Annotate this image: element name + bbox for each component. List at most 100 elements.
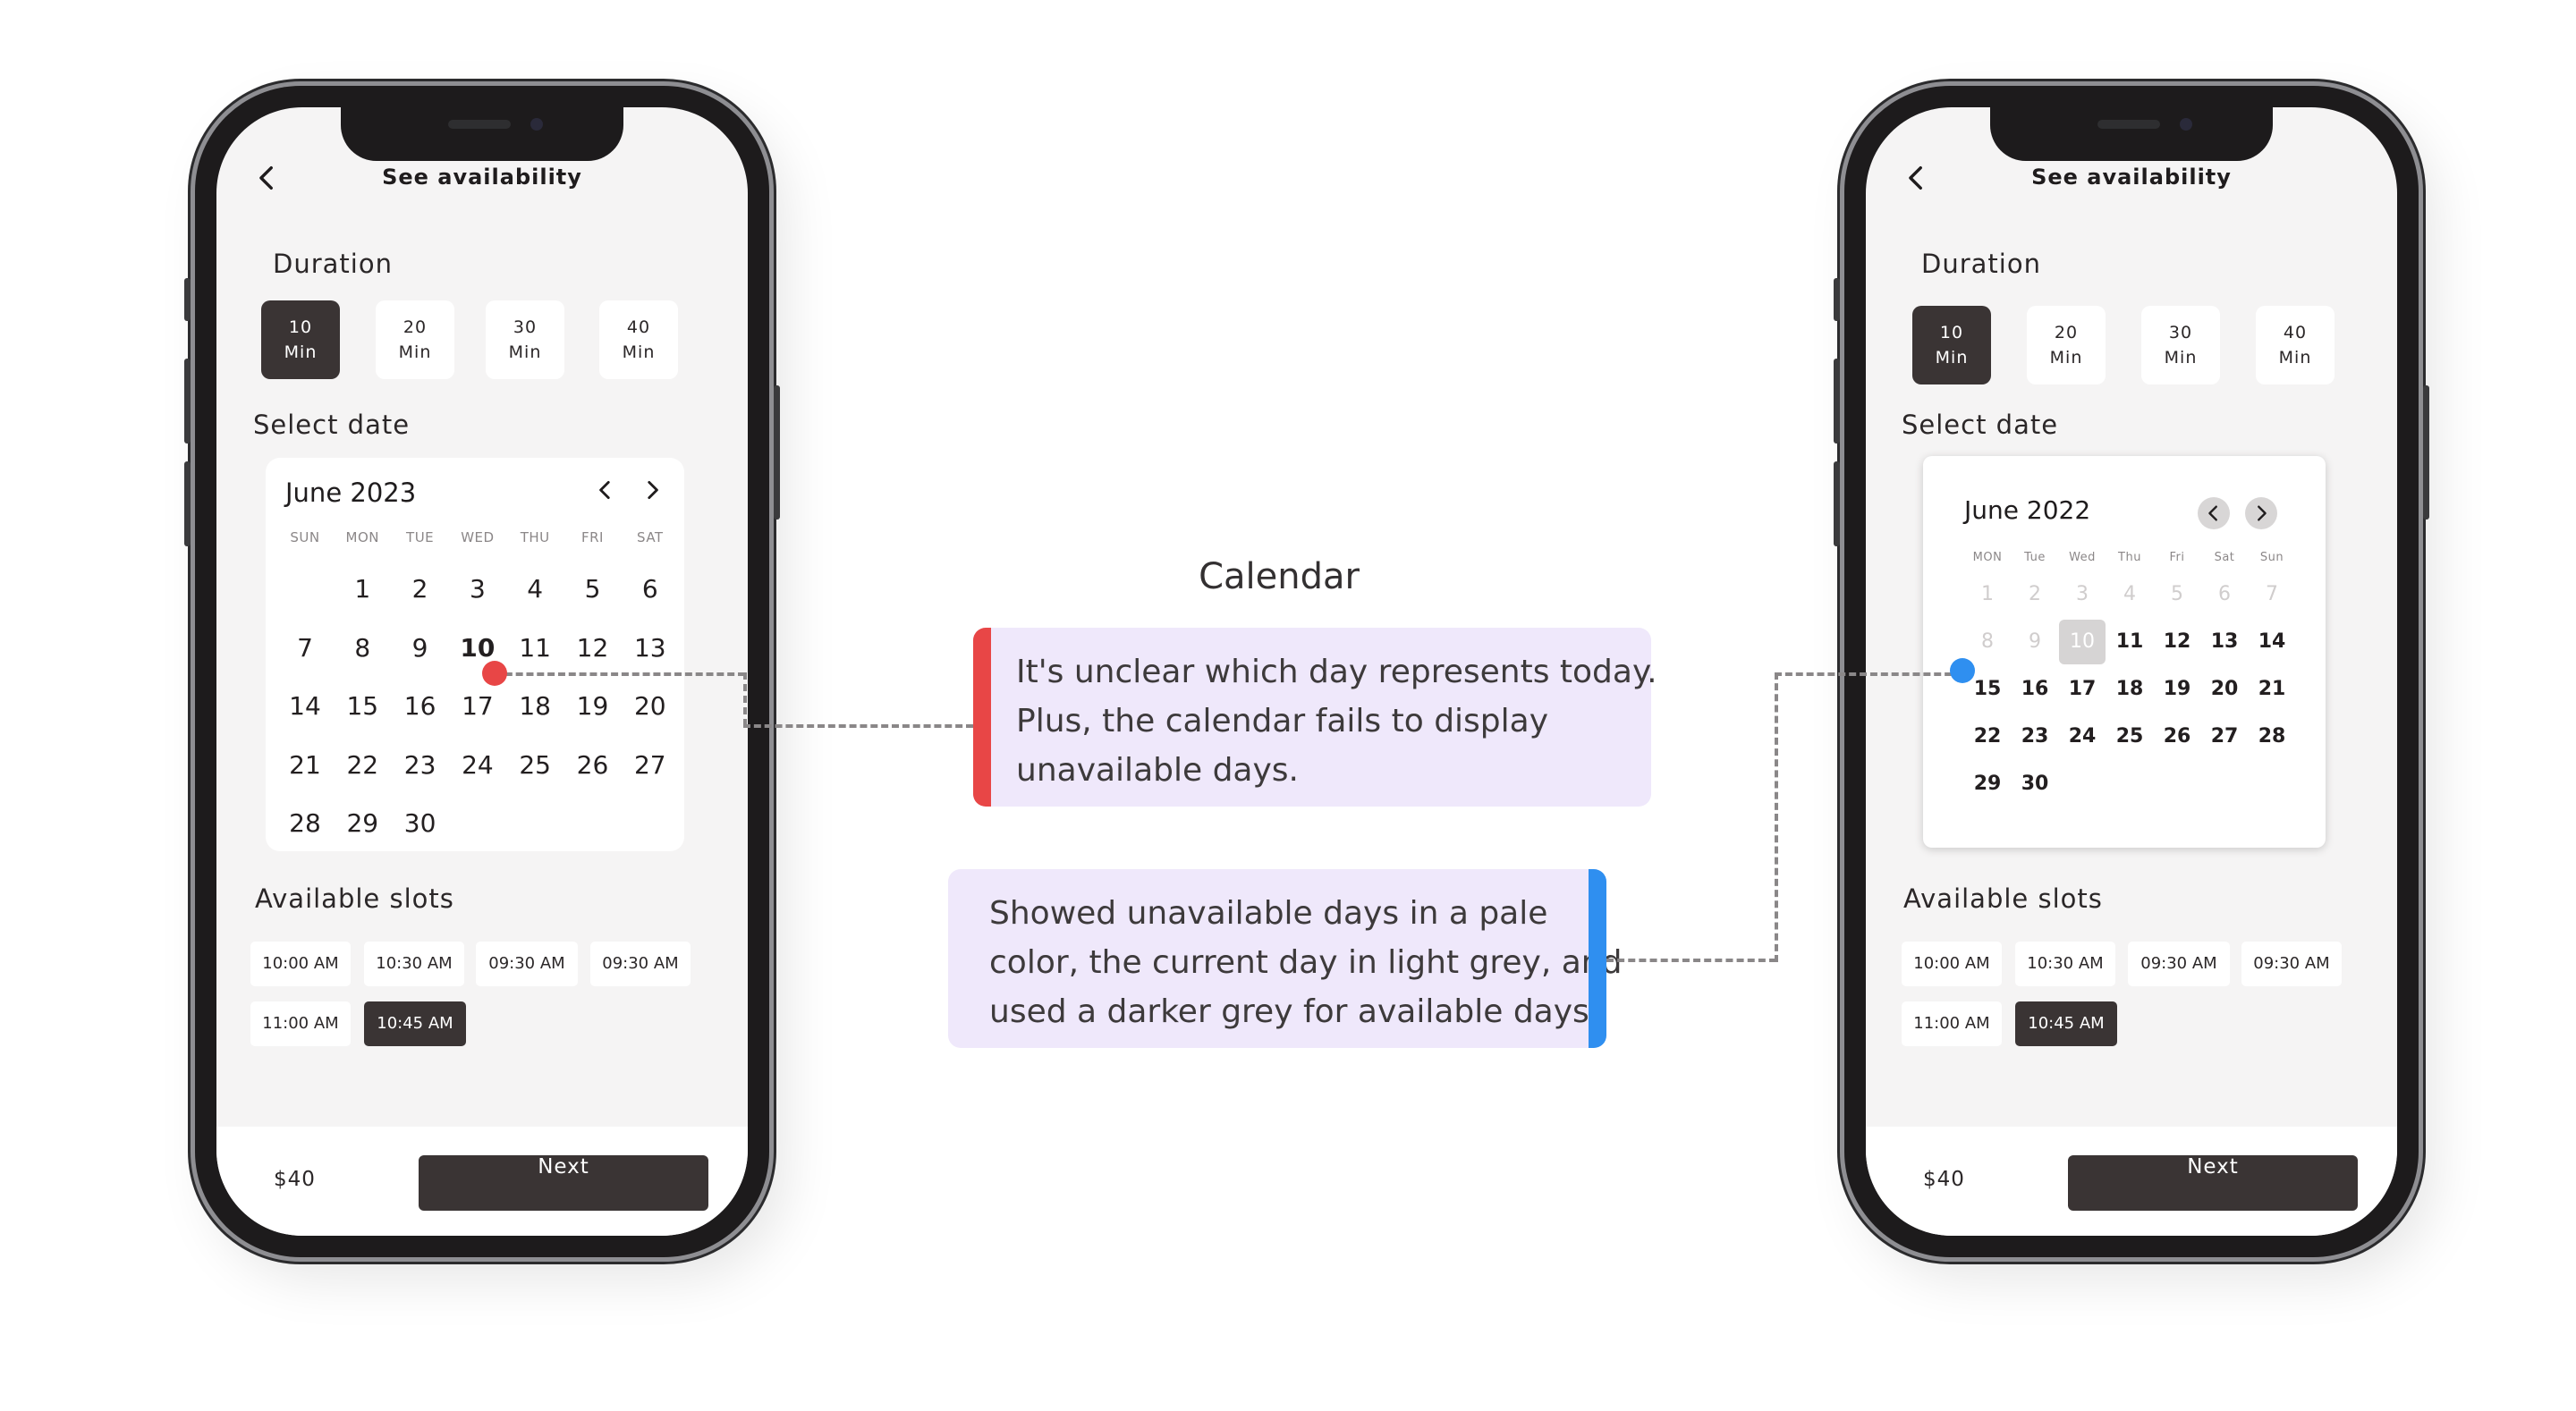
weekday-header: Tue: [2024, 551, 2046, 564]
calendar-day[interactable]: 6: [2201, 572, 2248, 617]
calendar-day[interactable]: 9: [2012, 620, 2058, 664]
duration-option-20[interactable]: 20 Min: [376, 300, 454, 379]
calendar-day[interactable]: 11: [2106, 620, 2153, 664]
calendar-day[interactable]: 20: [625, 691, 675, 736]
calendar-day[interactable]: 27: [2201, 714, 2248, 759]
calendar-day[interactable]: 8: [1964, 620, 2011, 664]
connector-line: [743, 672, 747, 726]
time-slot[interactable]: 10:00 AM: [1902, 942, 2002, 986]
calendar-day[interactable]: 14: [2249, 620, 2295, 664]
price-label: $40: [1923, 1168, 1965, 1191]
solution-line: Showed unavailable days in a pale: [989, 895, 1548, 932]
calendar-day[interactable]: 7: [2249, 572, 2295, 617]
time-slot[interactable]: 09:30 AM: [2241, 942, 2342, 986]
calendar-day[interactable]: 11: [510, 633, 560, 678]
time-slot[interactable]: 09:30 AM: [476, 942, 578, 986]
calendar-day[interactable]: 4: [2106, 572, 2153, 617]
problem-accent-bar: [973, 628, 991, 807]
calendar-day[interactable]: 17: [453, 691, 503, 736]
calendar-day[interactable]: 12: [568, 633, 618, 678]
calendar-day[interactable]: 24: [453, 750, 503, 795]
time-slot-selected[interactable]: 10:45 AM: [364, 1001, 466, 1046]
problem-marker-dot: [482, 661, 507, 686]
problem-line: It's unclear which day represents today.: [1016, 654, 1657, 690]
calendar-day[interactable]: 24: [2059, 714, 2106, 759]
calendar-day[interactable]: 7: [280, 633, 330, 678]
time-slot[interactable]: 09:30 AM: [590, 942, 691, 986]
calendar-day[interactable]: 3: [2059, 572, 2106, 617]
prev-month-chevron-left-icon[interactable]: [2198, 497, 2230, 529]
calendar-day[interactable]: 30: [395, 808, 445, 853]
page-title: See availability: [2031, 165, 2232, 190]
next-button[interactable]: Next: [2068, 1155, 2358, 1211]
phone-side-button: [774, 385, 780, 520]
calendar-day[interactable]: 15: [337, 691, 387, 736]
calendar-day[interactable]: 25: [510, 750, 560, 795]
prev-month-chevron-left-icon[interactable]: [589, 474, 622, 506]
weekday-header: TUE: [406, 529, 435, 545]
calendar-day[interactable]: 17: [2059, 667, 2106, 712]
calendar-day[interactable]: 23: [2012, 714, 2058, 759]
calendar-day[interactable]: 18: [2106, 667, 2153, 712]
calendar-day[interactable]: 29: [1964, 762, 2011, 807]
calendar-day[interactable]: 19: [568, 691, 618, 736]
booking-footer: $40 Next: [1866, 1127, 2397, 1236]
next-button[interactable]: Next: [419, 1155, 708, 1211]
calendar-day[interactable]: 30: [2012, 762, 2058, 807]
duration-option-10[interactable]: 10 Min: [261, 300, 340, 379]
calendar-month-title: June 2022: [1964, 495, 2091, 525]
problem-note: It's unclear which day represents today.…: [973, 628, 1657, 807]
duration-option-30[interactable]: 30 Min: [486, 300, 564, 379]
duration-option-40[interactable]: 40 Min: [2256, 306, 2334, 384]
calendar-day[interactable]: 21: [2249, 667, 2295, 712]
time-slot[interactable]: 10:30 AM: [2015, 942, 2115, 986]
next-month-chevron-right-icon[interactable]: [636, 474, 668, 506]
calendar-day[interactable]: 13: [625, 633, 675, 678]
calendar-day[interactable]: 2: [395, 574, 445, 619]
calendar-day-today[interactable]: 10: [2059, 620, 2106, 664]
calendar-day[interactable]: 23: [395, 750, 445, 795]
calendar-day[interactable]: 8: [337, 633, 387, 678]
calendar-day[interactable]: 6: [625, 574, 675, 619]
time-slot[interactable]: 11:00 AM: [1902, 1001, 2002, 1046]
calendar-day[interactable]: 2: [2012, 572, 2058, 617]
calendar-day[interactable]: 25: [2106, 714, 2153, 759]
calendar-day[interactable]: 26: [568, 750, 618, 795]
calendar-day[interactable]: 28: [2249, 714, 2295, 759]
time-slot[interactable]: 09:30 AM: [2128, 942, 2230, 986]
calendar-day[interactable]: 16: [395, 691, 445, 736]
calendar-day[interactable]: 27: [625, 750, 675, 795]
calendar-day[interactable]: 9: [395, 633, 445, 678]
calendar-day[interactable]: 22: [337, 750, 387, 795]
calendar-day[interactable]: 1: [1964, 572, 2011, 617]
duration-option-40[interactable]: 40 Min: [599, 300, 678, 379]
calendar-day[interactable]: 14: [280, 691, 330, 736]
time-slot-selected[interactable]: 10:45 AM: [2015, 1001, 2117, 1046]
solution-marker-dot: [1950, 658, 1975, 683]
calendar-day[interactable]: 5: [2154, 572, 2200, 617]
calendar-day[interactable]: 3: [453, 574, 503, 619]
calendar-day[interactable]: 28: [280, 808, 330, 853]
calendar-day[interactable]: 29: [337, 808, 387, 853]
calendar-day[interactable]: 20: [2201, 667, 2248, 712]
calendar-day[interactable]: 4: [510, 574, 560, 619]
phone-side-button: [1834, 461, 1840, 546]
calendar-day[interactable]: 26: [2154, 714, 2200, 759]
next-month-chevron-right-icon[interactable]: [2245, 497, 2277, 529]
duration-option-30[interactable]: 30 Min: [2141, 306, 2220, 384]
calendar-day[interactable]: 5: [568, 574, 618, 619]
calendar-day[interactable]: 12: [2154, 620, 2200, 664]
time-slot[interactable]: 10:00 AM: [250, 942, 351, 986]
calendar-day[interactable]: 1: [337, 574, 387, 619]
calendar-day[interactable]: 13: [2201, 620, 2248, 664]
time-slot[interactable]: 11:00 AM: [250, 1001, 351, 1046]
calendar-day[interactable]: 21: [280, 750, 330, 795]
calendar-day[interactable]: 16: [2012, 667, 2058, 712]
weekday-header: Thu: [2118, 551, 2141, 564]
time-slot[interactable]: 10:30 AM: [364, 942, 464, 986]
calendar-day[interactable]: 19: [2154, 667, 2200, 712]
calendar-day[interactable]: 22: [1964, 714, 2011, 759]
duration-option-20[interactable]: 20 Min: [2027, 306, 2106, 384]
calendar-day[interactable]: 18: [510, 691, 560, 736]
duration-option-10[interactable]: 10 Min: [1912, 306, 1991, 384]
